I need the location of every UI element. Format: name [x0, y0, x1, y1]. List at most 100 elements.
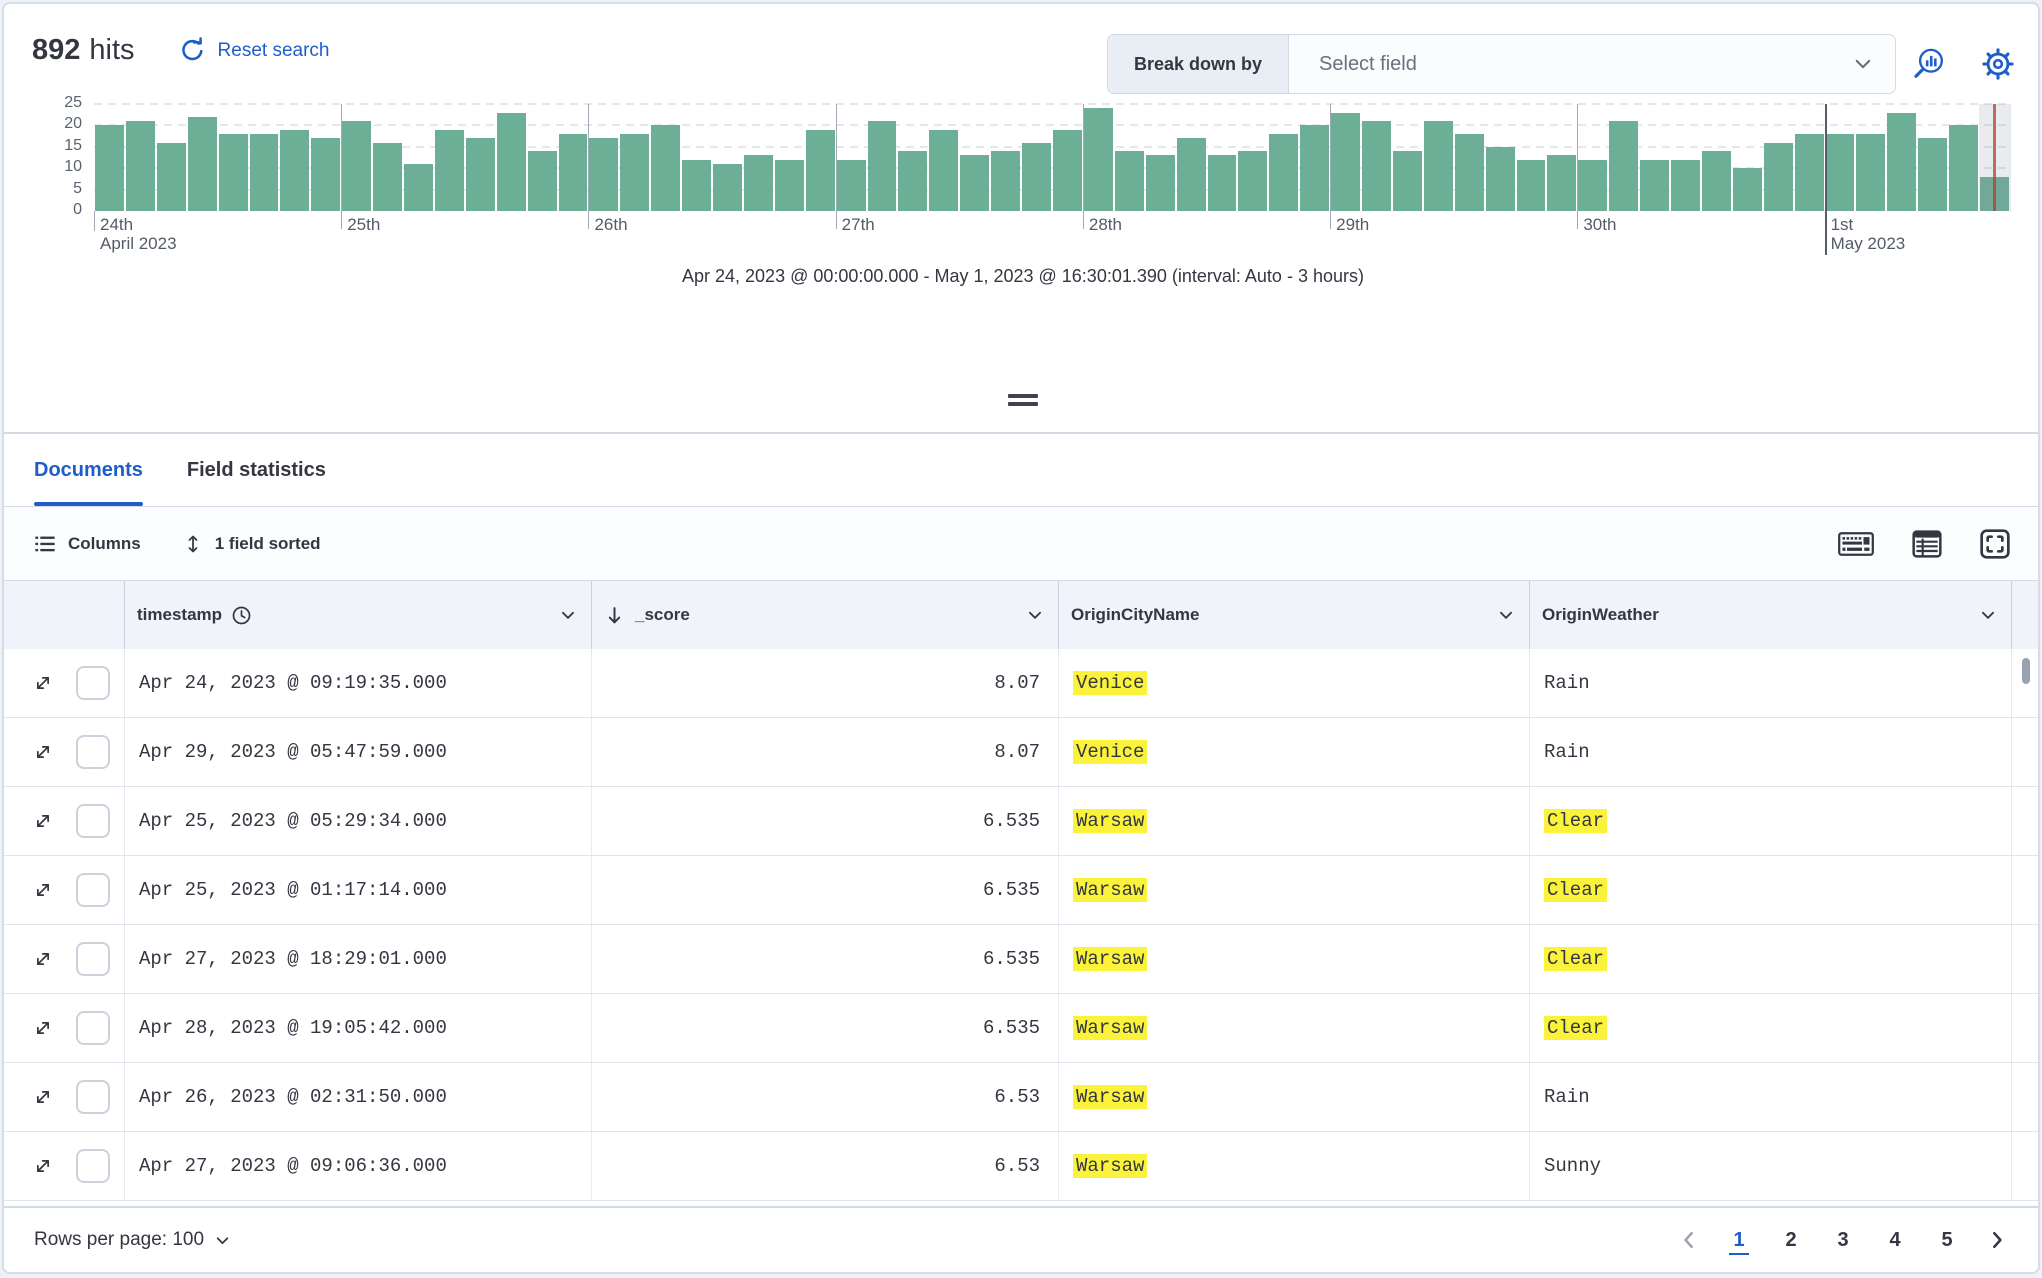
row-select-checkbox[interactable]: [76, 1149, 110, 1183]
x-axis-tick-label: 25th: [347, 215, 381, 234]
hits-histogram[interactable]: 0 5 10 15 20 25 24th April 2023 25th 26th 27th 28th…: [4, 94, 2038, 255]
chevron-down-icon[interactable]: [1497, 606, 1515, 624]
tab-field-statistics[interactable]: Field statistics: [187, 434, 326, 506]
page-button-2[interactable]: 2: [1772, 1221, 1810, 1259]
discover-screen: 892 hits Reset search Break down by Sele…: [0, 0, 2042, 1278]
cell-gutter: [2012, 856, 2038, 924]
row-select-checkbox[interactable]: [76, 942, 110, 976]
histogram-bar: [558, 133, 588, 211]
page-button-3[interactable]: 3: [1824, 1221, 1862, 1259]
cell-timestamp: Apr 24, 2023 @ 09:19:35.000: [125, 649, 592, 717]
cell-gutter: [2012, 787, 2038, 855]
histogram-bars[interactable]: [94, 104, 2010, 211]
grid-rows: Apr 24, 2023 @ 09:19:35.000 8.07 Venice …: [4, 649, 2038, 1216]
edit-visualization-button[interactable]: [1907, 42, 1951, 86]
row-select-checkbox[interactable]: [76, 735, 110, 769]
rows-per-page-button[interactable]: Rows per page: 100: [34, 1229, 231, 1251]
chevron-down-icon[interactable]: [1979, 606, 1997, 624]
x-axis-tick: [835, 211, 837, 229]
expand-document-icon[interactable]: [32, 1155, 54, 1177]
breakdown-select[interactable]: Select field: [1289, 35, 1895, 93]
histogram-bar: [1763, 142, 1793, 211]
cell-origin-city: Warsaw: [1059, 856, 1530, 924]
histogram-bar: [1454, 133, 1484, 211]
highlighted-value: Rain: [1544, 672, 1590, 694]
expand-document-icon[interactable]: [32, 672, 54, 694]
columns-button[interactable]: Columns: [34, 533, 141, 555]
histogram-bar: [218, 133, 248, 211]
hits-label: hits: [89, 34, 135, 66]
row-select-checkbox[interactable]: [76, 804, 110, 838]
expand-document-icon[interactable]: [32, 879, 54, 901]
cell-origin-weather: Rain: [1530, 718, 2012, 786]
chevron-down-icon[interactable]: [1026, 606, 1044, 624]
cell-timestamp: Apr 29, 2023 @ 05:47:59.000: [125, 718, 592, 786]
x-axis-tick: [94, 211, 95, 231]
day-gridline: [835, 104, 837, 211]
row-select-checkbox[interactable]: [76, 666, 110, 700]
histogram-bar: [805, 129, 835, 211]
cell-gutter: [2012, 718, 2038, 786]
grid-header-origin-city[interactable]: OriginCityName: [1059, 581, 1530, 649]
histogram-bar: [713, 163, 742, 211]
page-button-4[interactable]: 4: [1876, 1221, 1914, 1259]
cell-origin-city: Venice: [1059, 649, 1530, 717]
histogram-bar: [1825, 133, 1855, 211]
row-select-checkbox[interactable]: [76, 1080, 110, 1114]
expand-document-icon[interactable]: [32, 741, 54, 763]
cell-origin-weather: Rain: [1530, 649, 2012, 717]
page-button-1[interactable]: 1: [1720, 1221, 1758, 1259]
panel-resize-handle[interactable]: [4, 394, 2038, 406]
vertical-scrollbar-thumb[interactable]: [2022, 658, 2030, 684]
grid-header-score[interactable]: _score: [592, 581, 1059, 649]
sort-fields-button[interactable]: 1 field sorted: [183, 534, 321, 554]
histogram-bar: [1918, 138, 1948, 211]
tab-documents[interactable]: Documents: [34, 434, 143, 506]
cell-origin-weather: Clear: [1530, 787, 2012, 855]
next-page-button[interactable]: [1980, 1229, 2014, 1251]
expand-document-icon[interactable]: [32, 1086, 54, 1108]
expand-document-icon[interactable]: [32, 1017, 54, 1039]
histogram-bar: [1701, 151, 1731, 211]
clock-icon: [231, 605, 252, 626]
highlighted-value: Warsaw: [1073, 1016, 1148, 1040]
display-density-button[interactable]: [1912, 529, 1942, 559]
page-button-5[interactable]: 5: [1928, 1221, 1966, 1259]
table-row: Apr 29, 2023 @ 05:47:59.000 8.07 Venice …: [4, 718, 2038, 787]
row-controls: [4, 856, 125, 924]
x-axis-tick-label: 24th April 2023: [100, 215, 177, 253]
current-time-marker: [1993, 104, 1996, 211]
documents-data-grid: timestamp _score OriginCityName OriginWe…: [4, 580, 2038, 1201]
origin-weather-header-label: OriginWeather: [1542, 605, 1659, 624]
row-controls: [4, 649, 125, 717]
chart-options-button[interactable]: [1976, 42, 2020, 86]
histogram-bar: [1331, 112, 1361, 211]
row-select-checkbox[interactable]: [76, 873, 110, 907]
expand-document-icon[interactable]: [32, 810, 54, 832]
reset-search-button[interactable]: Reset search: [179, 37, 329, 64]
histogram-bar: [1949, 125, 1979, 211]
previous-page-button[interactable]: [1672, 1229, 1706, 1251]
cell-origin-weather: Clear: [1530, 925, 2012, 993]
highlighted-value: Rain: [1544, 741, 1590, 763]
grid-header-origin-weather[interactable]: OriginWeather: [1530, 581, 2012, 649]
fullscreen-button[interactable]: [1980, 528, 2010, 559]
refresh-icon: [179, 37, 206, 64]
histogram-bar: [1516, 159, 1546, 211]
day-gridline: [588, 104, 590, 211]
chevron-down-icon[interactable]: [559, 606, 577, 624]
cell-timestamp: Apr 25, 2023 @ 05:29:34.000: [125, 787, 592, 855]
chevron-down-icon: [214, 1232, 231, 1249]
keyboard-shortcuts-button[interactable]: [1838, 531, 1874, 557]
columns-label: Columns: [68, 533, 141, 553]
histogram-bar: [1176, 138, 1206, 211]
expand-document-icon[interactable]: [32, 948, 54, 970]
histogram-bar: [1053, 129, 1082, 211]
cell-timestamp: Apr 26, 2023 @ 02:31:50.000: [125, 1063, 592, 1131]
grid-header-timestamp[interactable]: timestamp: [125, 581, 592, 649]
highlighted-value: Sunny: [1544, 1155, 1602, 1177]
row-select-checkbox[interactable]: [76, 1011, 110, 1045]
histogram-bar: [1269, 133, 1299, 211]
cell-timestamp: Apr 27, 2023 @ 09:06:36.000: [125, 1132, 592, 1200]
breakdown-placeholder: Select field: [1319, 52, 1417, 75]
